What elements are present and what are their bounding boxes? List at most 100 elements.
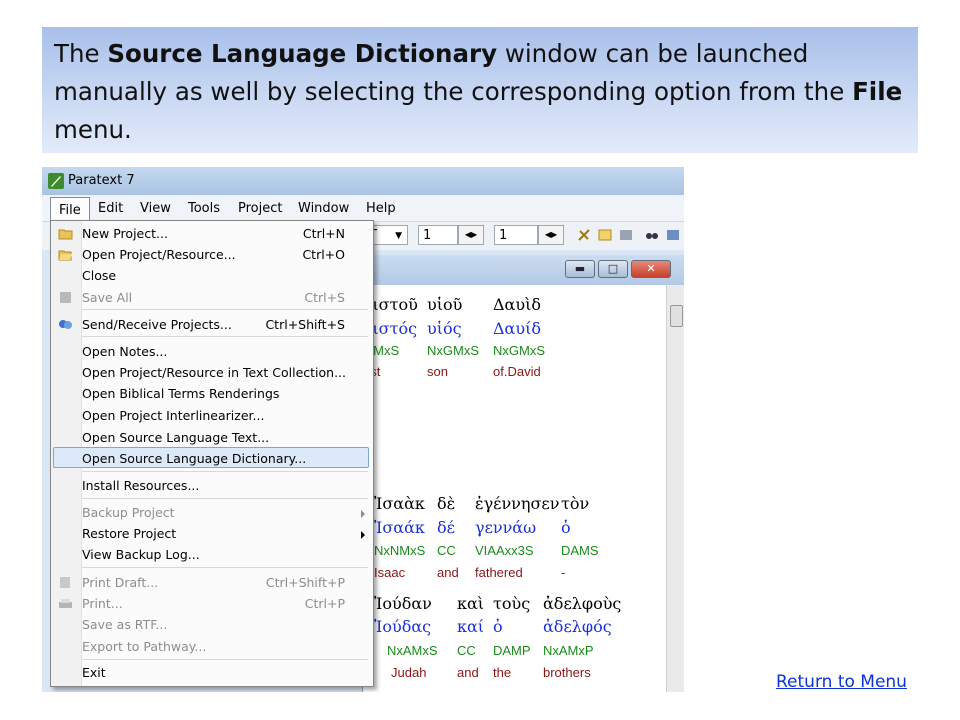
open-folder-icon (58, 250, 72, 261)
menu-separator (82, 336, 368, 337)
greek-word: Δαυὶδ (493, 295, 541, 314)
shortcut-ctrl-p: Ctrl+P (304, 596, 345, 611)
sync-icon[interactable] (666, 228, 680, 242)
menu-item-send-receive[interactable]: Send/Receive Projects... (82, 317, 232, 332)
note-icon[interactable] (598, 228, 612, 242)
file-menu-dropdown: New Project... Ctrl+N Open Project/Resou… (50, 220, 374, 687)
gloss-word: son (427, 364, 448, 379)
minimize-icon[interactable]: ▬ (565, 260, 595, 278)
chapter-stepper[interactable]: ◀▶ (458, 225, 484, 245)
menu-item-save-all[interactable]: Save All (82, 290, 132, 305)
menu-window[interactable]: Window (298, 201, 349, 216)
app-title: Paratext 7 (68, 173, 135, 188)
menu-item-restore-project[interactable]: Restore Project (82, 526, 176, 541)
menu-view[interactable]: View (140, 201, 171, 216)
greek-word: Ἰσαὰκ (374, 494, 425, 513)
menu-file-label: File (59, 203, 81, 218)
greek-word: ἐγέννησεν (475, 494, 560, 513)
menu-item-view-backup-log[interactable]: View Backup Log... (82, 547, 200, 562)
menu-item-open-source-text[interactable]: Open Source Language Text... (82, 430, 269, 445)
greek-word: τὸν (561, 494, 590, 513)
parsing-code: DAMP (493, 643, 531, 658)
gloss-word: Judah (391, 665, 427, 680)
menu-item-export-pathway[interactable]: Export to Pathway... (82, 639, 206, 654)
menu-item-open-text-collection[interactable]: Open Project/Resource in Text Collection… (82, 365, 346, 380)
save-icon (60, 292, 71, 303)
greek-word: τοὺς (493, 594, 531, 613)
send-receive-icon (59, 320, 72, 329)
menu-item-print-draft[interactable]: Print Draft... (82, 575, 158, 590)
lemma-word: δέ (437, 518, 455, 537)
menu-separator (82, 498, 368, 499)
menu-item-open-source-dictionary[interactable]: Open Source Language Dictionary... (82, 451, 306, 466)
list-icon[interactable] (619, 228, 633, 242)
gloss-word: and (437, 565, 459, 580)
instruction-text: The Source Language Dictionary window ca… (54, 35, 904, 149)
maximize-icon[interactable]: □ (598, 260, 628, 278)
print-icon (59, 599, 72, 608)
lemma-word: καί (457, 617, 485, 636)
child-titlebar: ▬ □ ✕ (363, 255, 684, 285)
gloss-word: brothers (543, 665, 591, 680)
menu-tools[interactable]: Tools (188, 201, 220, 216)
menu-help[interactable]: Help (366, 201, 396, 216)
menu-separator (82, 567, 368, 568)
lemma-word: γεννάω (475, 518, 537, 537)
print-draft-icon (60, 577, 70, 588)
parsing-code: CC (457, 643, 476, 658)
shortcut-ctrl-shift-s: Ctrl+Shift+S (265, 317, 345, 332)
shortcut-ctrl-n: Ctrl+N (302, 226, 345, 241)
lemma-word: Δαυίδ (493, 319, 541, 338)
interlinear-window: ▬ □ ✕ ριστοῦ υἱοῦ Δαυὶδ ριστός υἱός Δαυί… (362, 255, 684, 692)
menu-project[interactable]: Project (238, 201, 282, 216)
gloss-word: fathered (475, 565, 523, 580)
scroll-thumb[interactable] (670, 305, 683, 327)
verse-value: 1 (499, 228, 508, 243)
gloss-word: the (493, 665, 512, 680)
verse-field[interactable]: 1 (494, 225, 538, 245)
banner-bold-dictionary: Source Language Dictionary (107, 39, 498, 68)
lemma-word: Ἰσαάκ (374, 518, 425, 537)
link-icon[interactable] (577, 228, 591, 242)
menu-item-open-biblical-terms[interactable]: Open Biblical Terms Renderings (82, 386, 279, 401)
menu-item-install-resources[interactable]: Install Resources... (82, 478, 199, 493)
lemma-word: Ἰούδας (374, 617, 432, 636)
parsing-code: NxGMxS (493, 343, 545, 358)
submenu-arrow-icon (361, 531, 365, 539)
gloss-word: of.David (493, 364, 541, 379)
greek-word: ἀδελφοὺς (543, 594, 622, 613)
greek-word: υἱοῦ (427, 295, 463, 314)
banner-text-1: The (54, 39, 108, 68)
chevron-down-icon: ▼ (395, 231, 402, 241)
verse-stepper[interactable]: ◀▶ (538, 225, 564, 245)
chapter-value: 1 (423, 228, 432, 243)
return-to-menu-link[interactable]: Return to Menu (776, 672, 907, 692)
gloss-word: and (457, 665, 479, 680)
menu-bar: Edit View Tools Project Window Help (42, 195, 684, 222)
find-icon[interactable] (645, 228, 659, 242)
banner-text-3: menu. (54, 115, 132, 144)
menu-file[interactable]: File (50, 197, 90, 222)
close-icon[interactable]: ✕ (631, 260, 671, 278)
menu-item-close[interactable]: Close (82, 268, 116, 283)
chapter-field[interactable]: 1 (418, 225, 458, 245)
menu-item-open-project[interactable]: Open Project/Resource... (82, 247, 236, 262)
menu-item-backup-project[interactable]: Backup Project (82, 505, 175, 520)
menu-edit[interactable]: Edit (98, 201, 123, 216)
menu-item-save-as-rtf[interactable]: Save as RTF... (82, 617, 167, 632)
vertical-scrollbar[interactable] (666, 285, 684, 692)
menu-item-exit[interactable]: Exit (82, 665, 106, 680)
menu-item-open-interlinearizer[interactable]: Open Project Interlinearizer... (82, 408, 264, 423)
parsing-code: NxAMxP (543, 643, 594, 658)
menu-item-print[interactable]: Print... (82, 596, 123, 611)
shortcut-ctrl-o: Ctrl+O (302, 247, 345, 262)
menu-item-open-notes[interactable]: Open Notes... (82, 344, 167, 359)
lemma-word: ὁ (493, 617, 503, 636)
menu-item-new-project[interactable]: New Project... (82, 226, 168, 241)
lemma-word: υἱός (427, 319, 462, 338)
paratext-app-icon (48, 173, 64, 189)
parsing-code: NxGMxS (427, 343, 479, 358)
shortcut-ctrl-s: Ctrl+S (304, 290, 345, 305)
menu-separator (82, 659, 368, 660)
parsing-code: VIAAxx3S (475, 543, 534, 558)
